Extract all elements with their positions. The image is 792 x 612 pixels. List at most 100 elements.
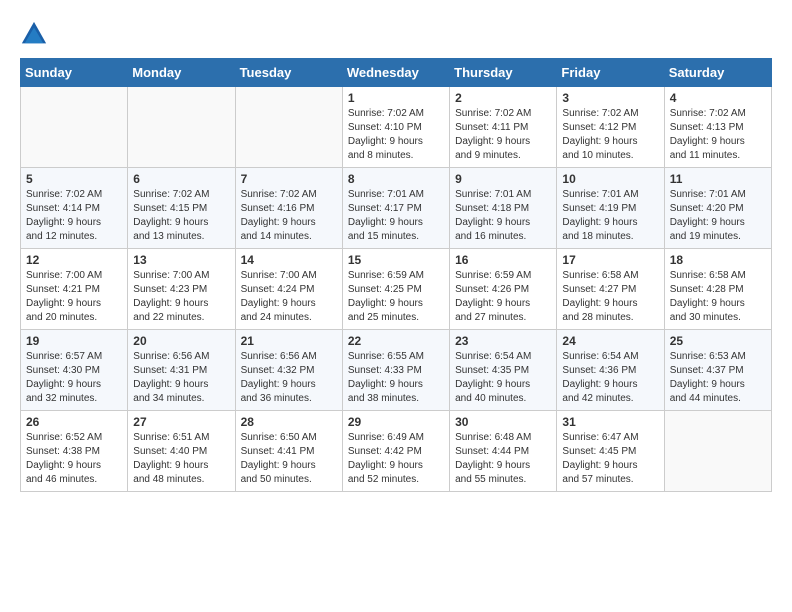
day-number: 20 bbox=[133, 334, 229, 348]
day-info: Sunrise: 6:57 AM Sunset: 4:30 PM Dayligh… bbox=[26, 350, 122, 406]
calendar-week-row: 26 Sunrise: 6:52 AM Sunset: 4:38 PM Dayli… bbox=[21, 411, 772, 492]
day-number: 3 bbox=[562, 91, 658, 105]
calendar-day-cell: 26 Sunrise: 6:52 AM Sunset: 4:38 PM Dayli… bbox=[21, 411, 128, 492]
day-info: Sunrise: 7:02 AM Sunset: 4:13 PM Dayligh… bbox=[670, 107, 766, 163]
day-number: 17 bbox=[562, 253, 658, 267]
day-number: 31 bbox=[562, 415, 658, 429]
calendar-day-cell: 8Sunrise: 7:01 AM Sunset: 4:17 PM Daylig… bbox=[342, 168, 449, 249]
day-info: Sunrise: 7:00 AM Sunset: 4:21 PM Dayligh… bbox=[26, 269, 122, 325]
day-number: 26 bbox=[26, 415, 122, 429]
day-number: 27 bbox=[133, 415, 229, 429]
day-info: Sunrise: 6:49 AM Sunset: 4:42 PM Dayligh… bbox=[348, 431, 444, 487]
day-of-week-header: Wednesday bbox=[342, 59, 449, 87]
logo bbox=[20, 20, 52, 48]
day-info: Sunrise: 7:01 AM Sunset: 4:20 PM Dayligh… bbox=[670, 188, 766, 244]
calendar-day-cell: 10Sunrise: 7:01 AM Sunset: 4:19 PM Dayli… bbox=[557, 168, 664, 249]
calendar-day-cell: 22 Sunrise: 6:55 AM Sunset: 4:33 PM Dayli… bbox=[342, 330, 449, 411]
calendar-day-cell: 27 Sunrise: 6:51 AM Sunset: 4:40 PM Dayli… bbox=[128, 411, 235, 492]
day-info: Sunrise: 7:02 AM Sunset: 4:16 PM Dayligh… bbox=[241, 188, 337, 244]
calendar-day-cell: 15 Sunrise: 6:59 AM Sunset: 4:25 PM Dayli… bbox=[342, 249, 449, 330]
day-info: Sunrise: 6:47 AM Sunset: 4:45 PM Dayligh… bbox=[562, 431, 658, 487]
calendar-day-cell: 17 Sunrise: 6:58 AM Sunset: 4:27 PM Dayli… bbox=[557, 249, 664, 330]
calendar-day-cell: 30 Sunrise: 6:48 AM Sunset: 4:44 PM Dayli… bbox=[450, 411, 557, 492]
day-number: 14 bbox=[241, 253, 337, 267]
day-info: Sunrise: 6:59 AM Sunset: 4:26 PM Dayligh… bbox=[455, 269, 551, 325]
calendar-day-cell: 12 Sunrise: 7:00 AM Sunset: 4:21 PM Dayli… bbox=[21, 249, 128, 330]
day-of-week-header: Friday bbox=[557, 59, 664, 87]
day-info: Sunrise: 6:50 AM Sunset: 4:41 PM Dayligh… bbox=[241, 431, 337, 487]
calendar-day-cell: 5 Sunrise: 7:02 AM Sunset: 4:14 PM Daylig… bbox=[21, 168, 128, 249]
calendar-day-cell: 14 Sunrise: 7:00 AM Sunset: 4:24 PM Dayli… bbox=[235, 249, 342, 330]
day-info: Sunrise: 7:02 AM Sunset: 4:10 PM Dayligh… bbox=[348, 107, 444, 163]
day-info: Sunrise: 7:02 AM Sunset: 4:15 PM Dayligh… bbox=[133, 188, 229, 244]
day-info: Sunrise: 6:56 AM Sunset: 4:32 PM Dayligh… bbox=[241, 350, 337, 406]
day-of-week-header: Monday bbox=[128, 59, 235, 87]
day-number: 18 bbox=[670, 253, 766, 267]
day-number: 12 bbox=[26, 253, 122, 267]
day-info: Sunrise: 7:00 AM Sunset: 4:24 PM Dayligh… bbox=[241, 269, 337, 325]
calendar-day-cell: 3 Sunrise: 7:02 AM Sunset: 4:12 PM Daylig… bbox=[557, 87, 664, 168]
calendar-day-cell: 31 Sunrise: 6:47 AM Sunset: 4:45 PM Dayli… bbox=[557, 411, 664, 492]
day-number: 30 bbox=[455, 415, 551, 429]
calendar-day-cell: 19 Sunrise: 6:57 AM Sunset: 4:30 PM Dayli… bbox=[21, 330, 128, 411]
calendar-day-cell: 25Sunrise: 6:53 AM Sunset: 4:37 PM Dayli… bbox=[664, 330, 771, 411]
logo-icon bbox=[20, 20, 48, 48]
calendar-week-row: 19 Sunrise: 6:57 AM Sunset: 4:30 PM Dayli… bbox=[21, 330, 772, 411]
day-number: 22 bbox=[348, 334, 444, 348]
calendar-day-cell bbox=[664, 411, 771, 492]
calendar-day-cell: 21 Sunrise: 6:56 AM Sunset: 4:32 PM Dayli… bbox=[235, 330, 342, 411]
day-info: Sunrise: 6:48 AM Sunset: 4:44 PM Dayligh… bbox=[455, 431, 551, 487]
day-number: 6 bbox=[133, 172, 229, 186]
calendar-day-cell: 18 Sunrise: 6:58 AM Sunset: 4:28 PM Dayli… bbox=[664, 249, 771, 330]
day-of-week-header: Thursday bbox=[450, 59, 557, 87]
day-info: Sunrise: 6:58 AM Sunset: 4:27 PM Dayligh… bbox=[562, 269, 658, 325]
day-info: Sunrise: 6:56 AM Sunset: 4:31 PM Dayligh… bbox=[133, 350, 229, 406]
day-of-week-header: Saturday bbox=[664, 59, 771, 87]
day-number: 9 bbox=[455, 172, 551, 186]
calendar-day-cell: 6 Sunrise: 7:02 AM Sunset: 4:15 PM Daylig… bbox=[128, 168, 235, 249]
calendar-day-cell: 7Sunrise: 7:02 AM Sunset: 4:16 PM Daylig… bbox=[235, 168, 342, 249]
day-info: Sunrise: 6:52 AM Sunset: 4:38 PM Dayligh… bbox=[26, 431, 122, 487]
calendar-day-cell bbox=[235, 87, 342, 168]
calendar-day-cell: 28Sunrise: 6:50 AM Sunset: 4:41 PM Dayli… bbox=[235, 411, 342, 492]
calendar-day-cell: 2Sunrise: 7:02 AM Sunset: 4:11 PM Daylig… bbox=[450, 87, 557, 168]
day-info: Sunrise: 6:54 AM Sunset: 4:36 PM Dayligh… bbox=[562, 350, 658, 406]
calendar-table: SundayMondayTuesdayWednesdayThursdayFrid… bbox=[20, 58, 772, 492]
day-info: Sunrise: 7:01 AM Sunset: 4:18 PM Dayligh… bbox=[455, 188, 551, 244]
day-info: Sunrise: 6:59 AM Sunset: 4:25 PM Dayligh… bbox=[348, 269, 444, 325]
day-info: Sunrise: 6:55 AM Sunset: 4:33 PM Dayligh… bbox=[348, 350, 444, 406]
day-info: Sunrise: 6:54 AM Sunset: 4:35 PM Dayligh… bbox=[455, 350, 551, 406]
day-info: Sunrise: 7:00 AM Sunset: 4:23 PM Dayligh… bbox=[133, 269, 229, 325]
calendar-day-cell: 16Sunrise: 6:59 AM Sunset: 4:26 PM Dayli… bbox=[450, 249, 557, 330]
calendar-week-row: 1 Sunrise: 7:02 AM Sunset: 4:10 PM Daylig… bbox=[21, 87, 772, 168]
day-number: 1 bbox=[348, 91, 444, 105]
calendar-day-cell: 23 Sunrise: 6:54 AM Sunset: 4:35 PM Dayli… bbox=[450, 330, 557, 411]
day-number: 15 bbox=[348, 253, 444, 267]
day-number: 10 bbox=[562, 172, 658, 186]
day-number: 23 bbox=[455, 334, 551, 348]
day-info: Sunrise: 7:01 AM Sunset: 4:17 PM Dayligh… bbox=[348, 188, 444, 244]
day-number: 24 bbox=[562, 334, 658, 348]
calendar-day-cell: 9 Sunrise: 7:01 AM Sunset: 4:18 PM Daylig… bbox=[450, 168, 557, 249]
calendar-day-cell: 11 Sunrise: 7:01 AM Sunset: 4:20 PM Dayli… bbox=[664, 168, 771, 249]
day-info: Sunrise: 7:02 AM Sunset: 4:11 PM Dayligh… bbox=[455, 107, 551, 163]
day-number: 11 bbox=[670, 172, 766, 186]
calendar-day-cell: 4 Sunrise: 7:02 AM Sunset: 4:13 PM Daylig… bbox=[664, 87, 771, 168]
day-of-week-header: Sunday bbox=[21, 59, 128, 87]
day-number: 4 bbox=[670, 91, 766, 105]
day-info: Sunrise: 6:58 AM Sunset: 4:28 PM Dayligh… bbox=[670, 269, 766, 325]
calendar-day-cell: 20 Sunrise: 6:56 AM Sunset: 4:31 PM Dayli… bbox=[128, 330, 235, 411]
day-info: Sunrise: 7:02 AM Sunset: 4:12 PM Dayligh… bbox=[562, 107, 658, 163]
calendar-day-cell bbox=[128, 87, 235, 168]
day-info: Sunrise: 6:51 AM Sunset: 4:40 PM Dayligh… bbox=[133, 431, 229, 487]
day-number: 5 bbox=[26, 172, 122, 186]
day-number: 29 bbox=[348, 415, 444, 429]
day-number: 19 bbox=[26, 334, 122, 348]
calendar-week-row: 5 Sunrise: 7:02 AM Sunset: 4:14 PM Daylig… bbox=[21, 168, 772, 249]
day-info: Sunrise: 7:02 AM Sunset: 4:14 PM Dayligh… bbox=[26, 188, 122, 244]
calendar-day-cell: 13Sunrise: 7:00 AM Sunset: 4:23 PM Dayli… bbox=[128, 249, 235, 330]
calendar-week-row: 12 Sunrise: 7:00 AM Sunset: 4:21 PM Dayli… bbox=[21, 249, 772, 330]
calendar-day-cell: 29 Sunrise: 6:49 AM Sunset: 4:42 PM Dayli… bbox=[342, 411, 449, 492]
calendar-header-row: SundayMondayTuesdayWednesdayThursdayFrid… bbox=[21, 59, 772, 87]
day-number: 21 bbox=[241, 334, 337, 348]
